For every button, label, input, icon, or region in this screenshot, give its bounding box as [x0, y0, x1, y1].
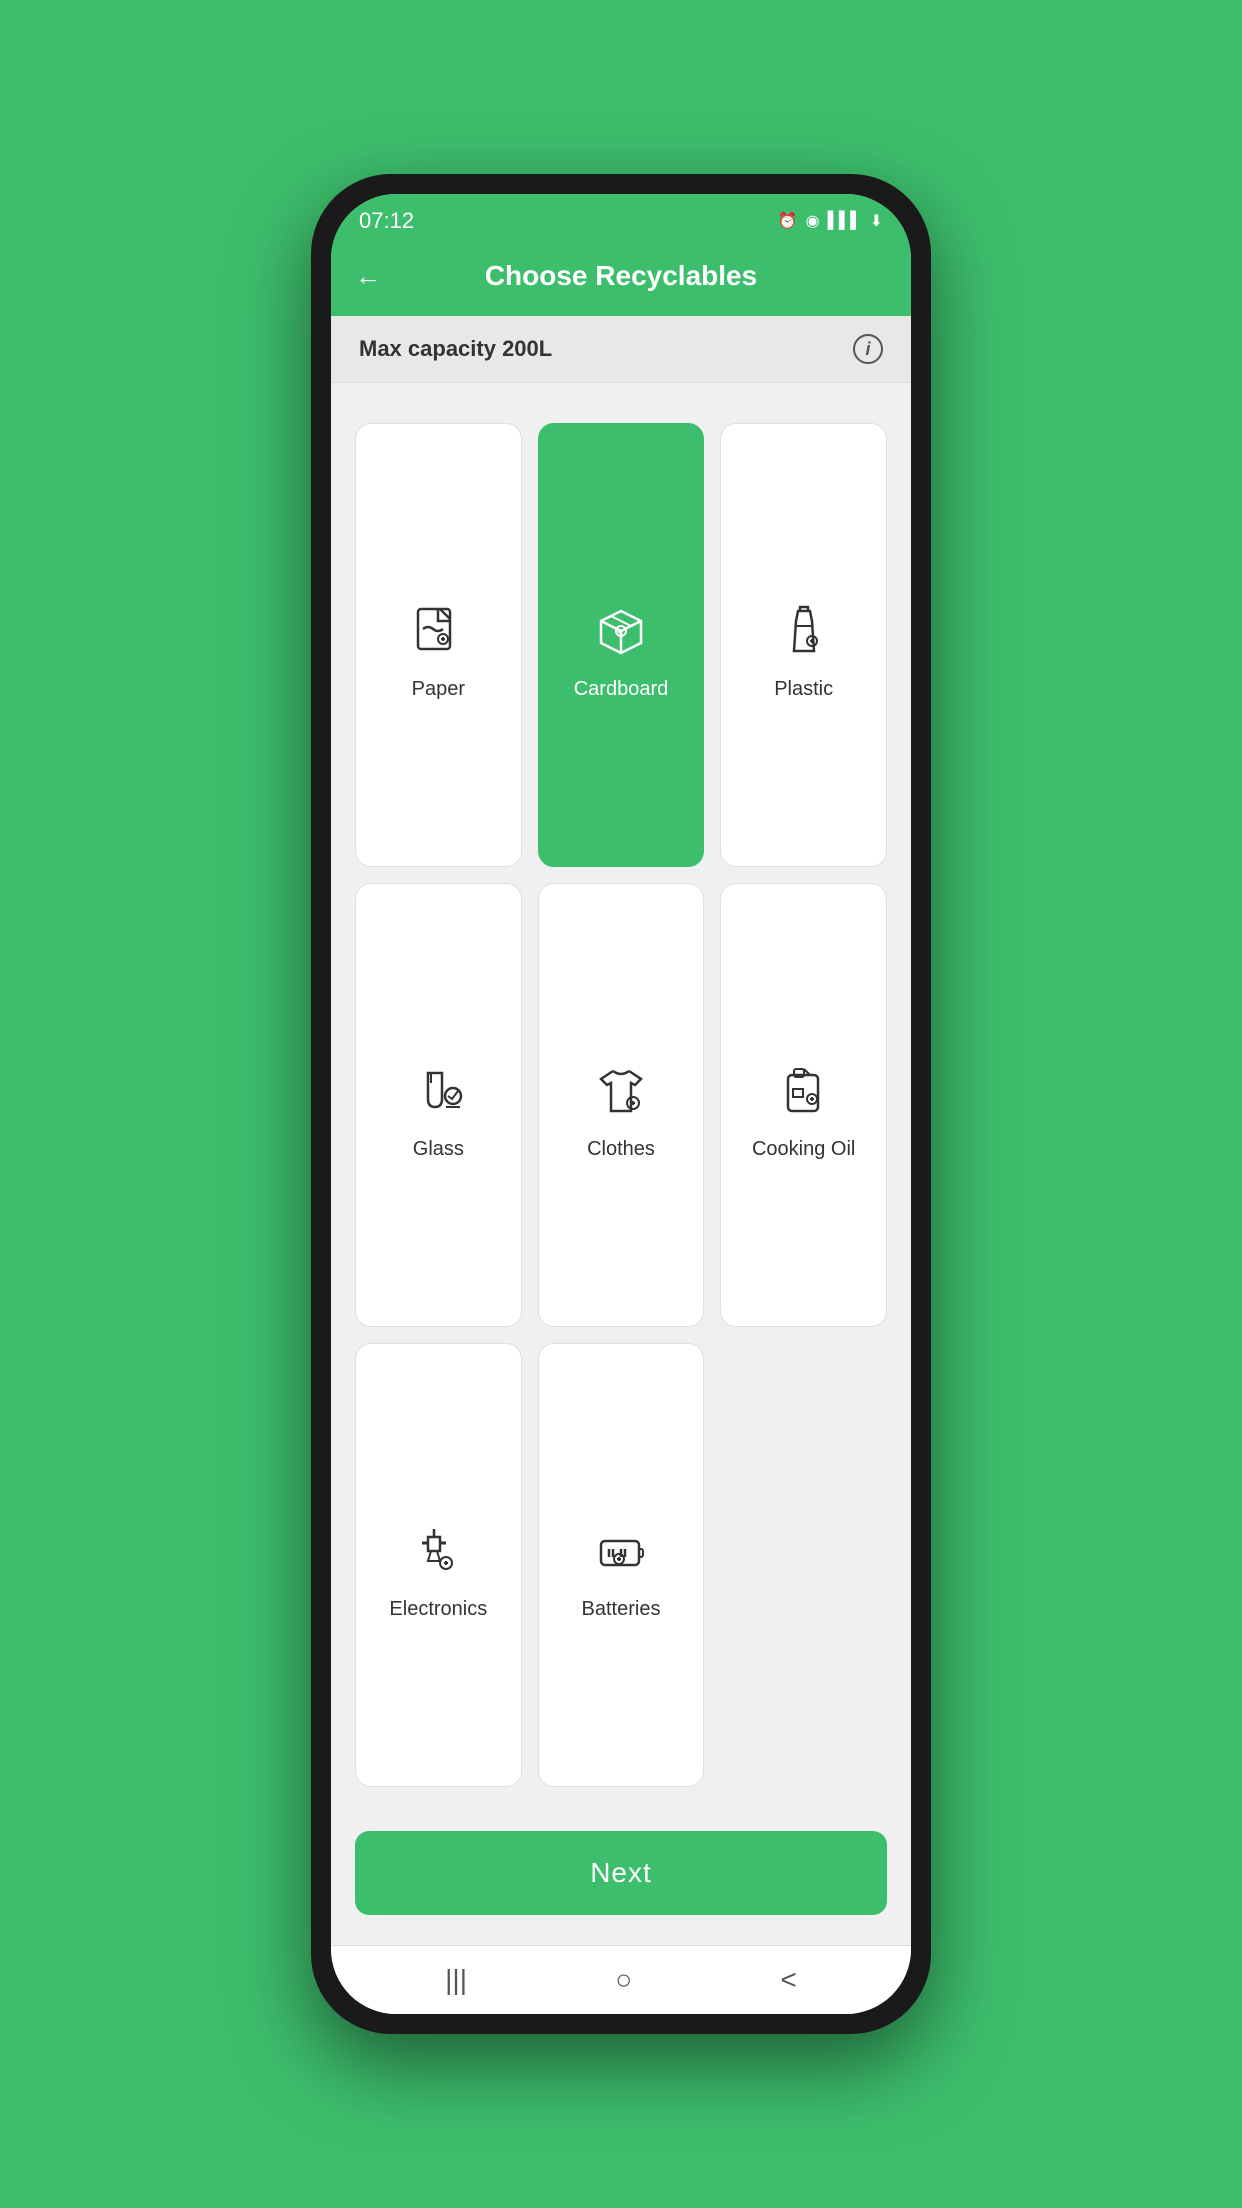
clothes-icon — [586, 1056, 656, 1126]
grid-item-electronics[interactable]: Electronics — [355, 1343, 522, 1787]
grid-item-cardboard[interactable]: Cardboard — [538, 423, 705, 867]
plastic-label: Plastic — [774, 678, 833, 701]
signal-icon: ▌▌▌ — [828, 212, 862, 230]
glass-icon — [403, 1056, 473, 1126]
batteries-label: Batteries — [582, 1598, 661, 1621]
electronics-icon — [403, 1516, 473, 1586]
download-icon: ⬇ — [870, 211, 883, 231]
grid-item-paper[interactable]: Paper — [355, 423, 522, 867]
capacity-text: Max capacity 200L — [359, 336, 552, 362]
clothes-label: Clothes — [587, 1138, 655, 1161]
page-title: Choose Recyclables — [485, 260, 757, 292]
plastic-icon — [769, 596, 839, 666]
grid-item-glass[interactable]: Glass — [355, 883, 522, 1327]
nav-back-icon[interactable]: < — [780, 1964, 796, 1996]
main-content: Paper Cardboard — [331, 383, 911, 1811]
cooking-oil-icon — [769, 1056, 839, 1126]
status-icons: ⏰ ◉ ▌▌▌ ⬇ — [778, 211, 883, 231]
status-bar: 07:12 ⏰ ◉ ▌▌▌ ⬇ — [331, 194, 911, 242]
phone-container: 07:12 ⏰ ◉ ▌▌▌ ⬇ ← Choose Recyclables Max… — [311, 174, 931, 2034]
cooking-oil-label: Cooking Oil — [752, 1138, 855, 1161]
alarm-icon: ⏰ — [778, 211, 798, 231]
grid-item-clothes[interactable]: Clothes — [538, 883, 705, 1327]
nav-bar: ||| ○ < — [331, 1945, 911, 2014]
electronics-label: Electronics — [389, 1598, 487, 1621]
recyclables-grid: Paper Cardboard — [355, 423, 887, 1787]
status-time: 07:12 — [359, 208, 414, 234]
grid-item-cooking-oil[interactable]: Cooking Oil — [720, 883, 887, 1327]
batteries-icon — [586, 1516, 656, 1586]
nav-home-icon[interactable]: ○ — [615, 1964, 632, 1996]
info-icon: i — [865, 339, 870, 360]
nav-menu-icon[interactable]: ||| — [445, 1964, 467, 1996]
glass-label: Glass — [413, 1138, 464, 1161]
paper-label: Paper — [412, 678, 465, 701]
back-button[interactable]: ← — [355, 261, 381, 292]
paper-icon — [403, 596, 473, 666]
phone-screen: 07:12 ⏰ ◉ ▌▌▌ ⬇ ← Choose Recyclables Max… — [331, 194, 911, 2014]
grid-item-plastic[interactable]: Plastic — [720, 423, 887, 867]
cardboard-icon — [586, 596, 656, 666]
top-bar: ← Choose Recyclables — [331, 242, 911, 316]
bottom-area: Next — [331, 1811, 911, 1945]
cardboard-label: Cardboard — [574, 678, 669, 701]
next-button[interactable]: Next — [355, 1831, 887, 1915]
wifi-icon: ◉ — [806, 211, 820, 231]
capacity-bar: Max capacity 200L i — [331, 316, 911, 383]
info-button[interactable]: i — [853, 334, 883, 364]
grid-item-batteries[interactable]: Batteries — [538, 1343, 705, 1787]
